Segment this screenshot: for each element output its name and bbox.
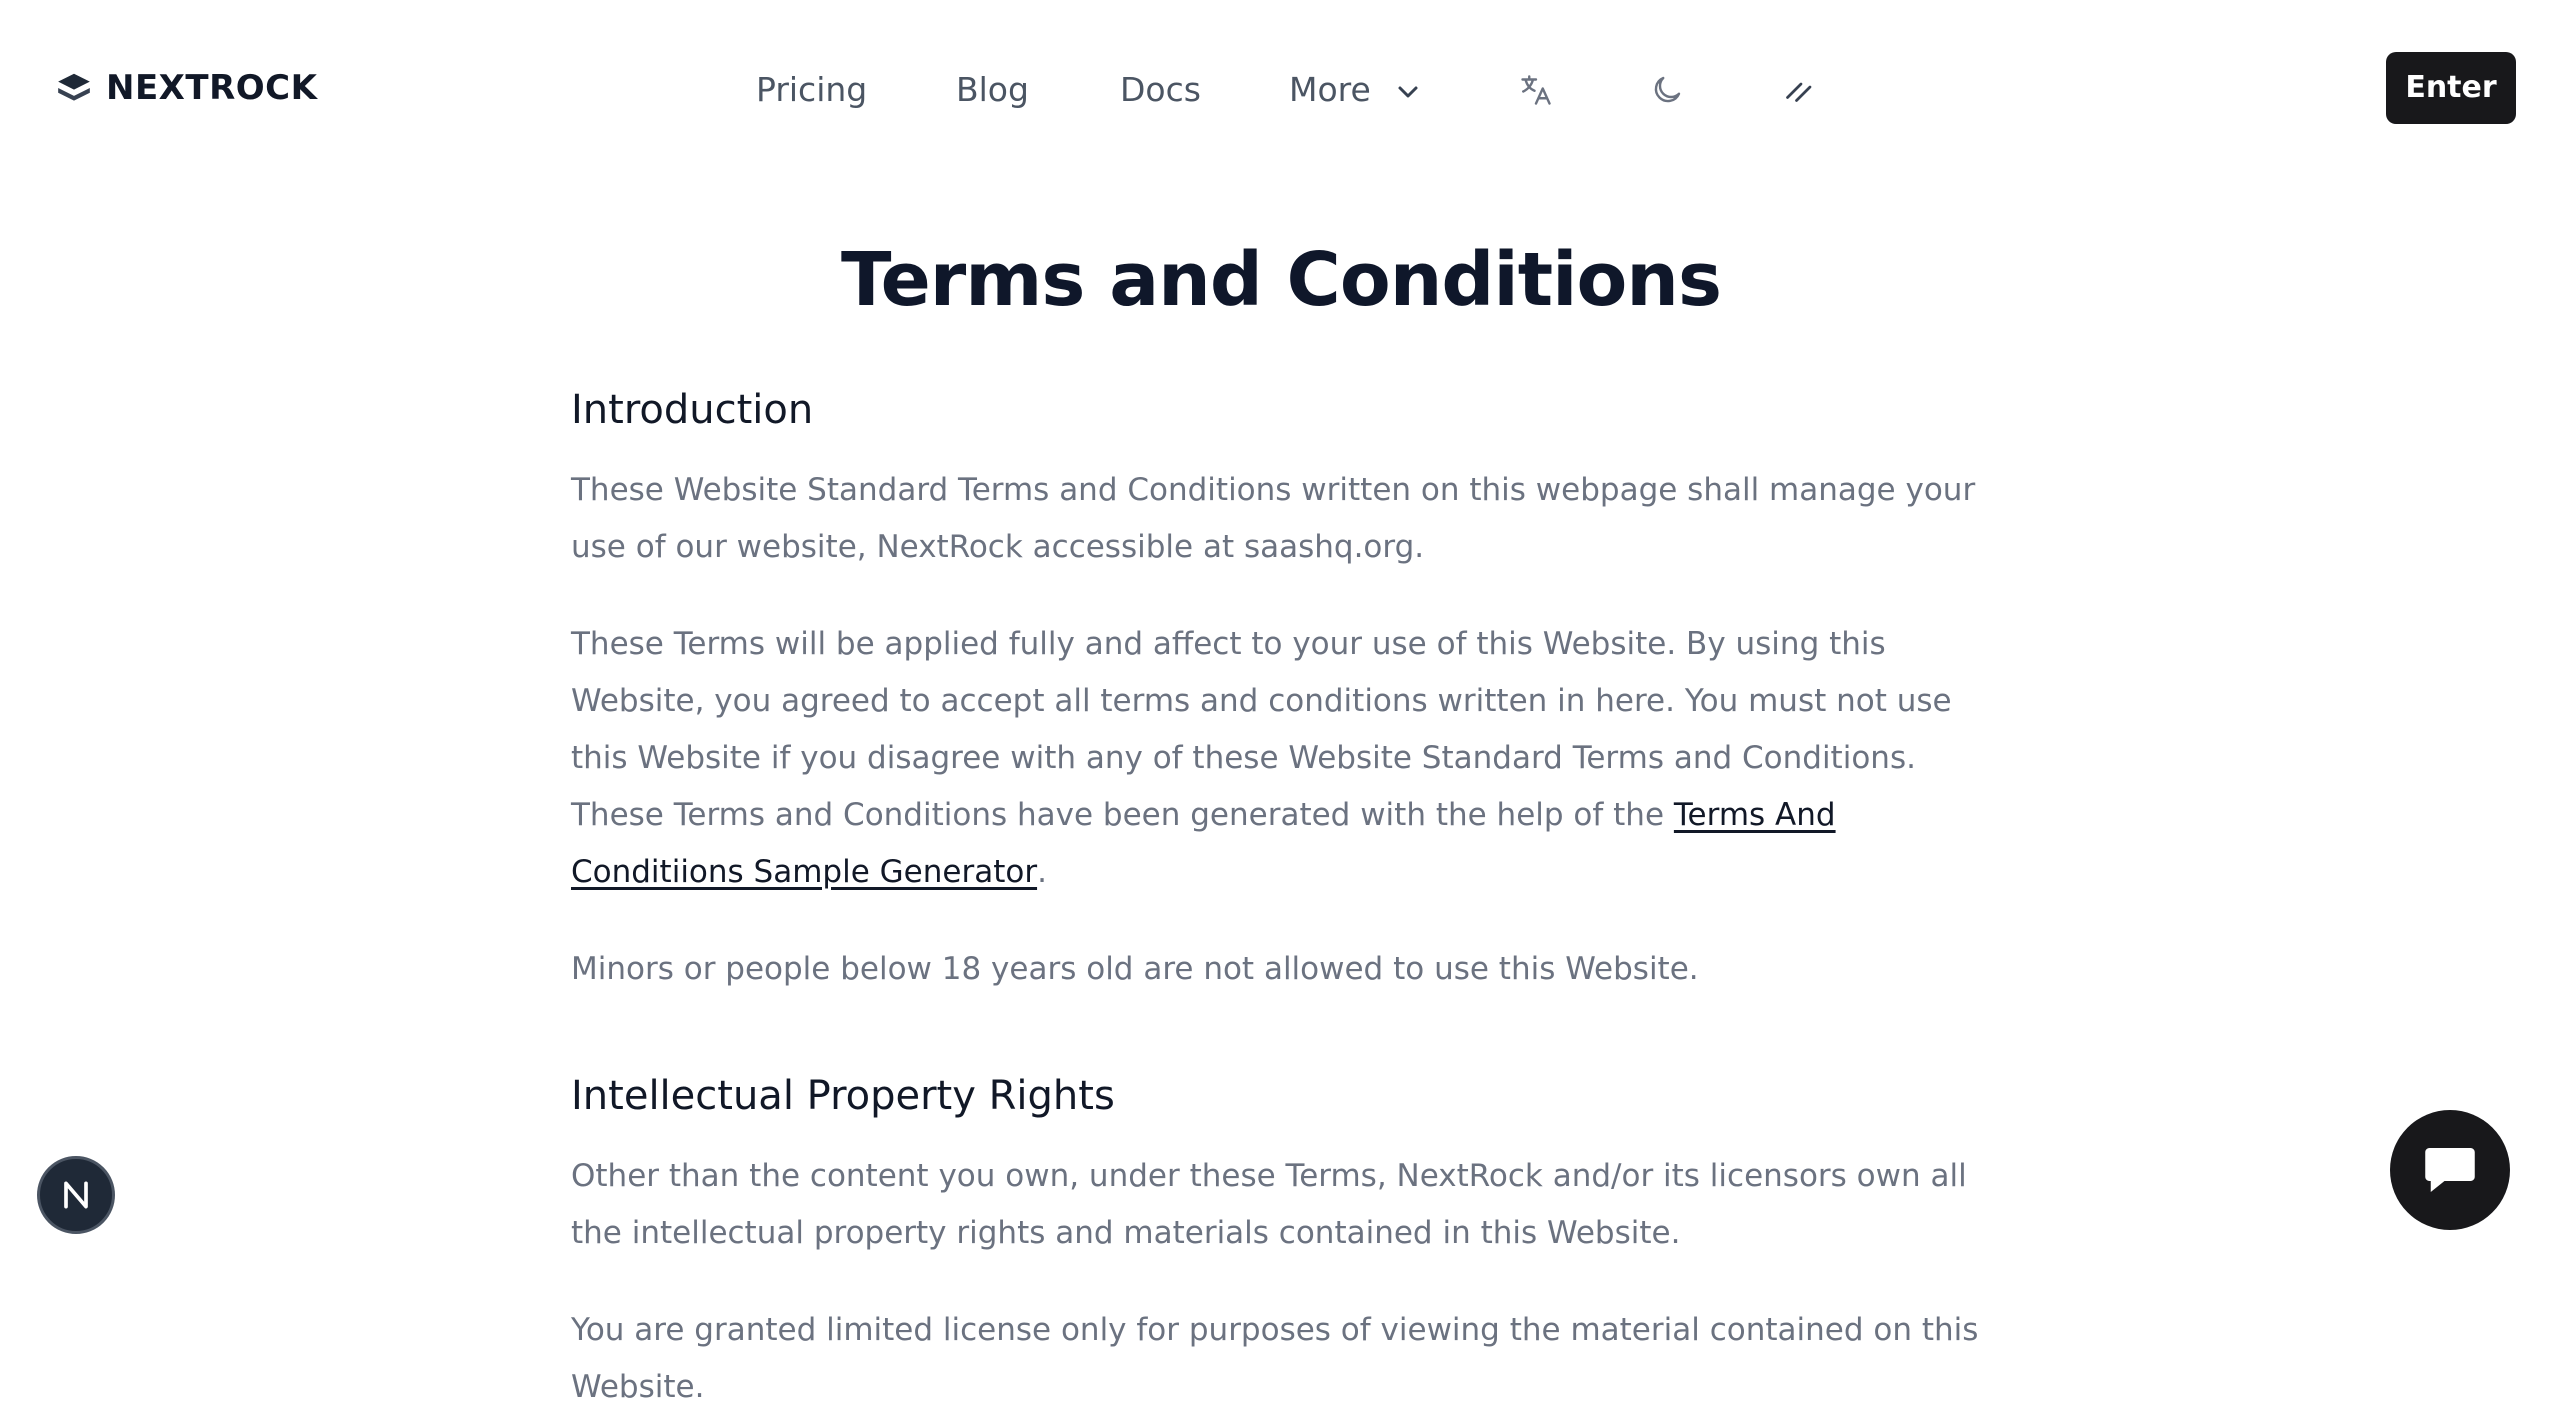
chat-button[interactable] — [2390, 1110, 2510, 1230]
section-heading-ip-rights: Intellectual Property Rights — [571, 1073, 1115, 1119]
page-title: Terms and Conditions — [840, 237, 1722, 323]
ip-paragraph-1: Other than the content you own, under th… — [571, 1158, 1967, 1251]
nextjs-badge[interactable] — [37, 1156, 115, 1234]
translate-icon[interactable] — [1518, 72, 1554, 108]
layers-logo-icon — [55, 69, 93, 107]
section-heading-introduction: Introduction — [571, 387, 814, 433]
nav-blog[interactable]: Blog — [956, 60, 1029, 120]
nav-more[interactable]: More — [1289, 60, 1419, 120]
intro-paragraph-1: These Website Standard Terms and Conditi… — [571, 472, 1976, 565]
nav-docs[interactable]: Docs — [1120, 60, 1201, 120]
n-letter-icon — [64, 1181, 88, 1209]
chevron-down-icon — [1397, 58, 1419, 118]
slash-icon[interactable] — [1780, 72, 1816, 108]
intro-paragraph-2-end: . — [1037, 854, 1047, 890]
brand-name: NEXTROCK — [106, 68, 318, 108]
chat-icon — [2425, 1148, 2475, 1192]
ip-paragraph-2: You are granted limited license only for… — [571, 1312, 1979, 1405]
nav-pricing[interactable]: Pricing — [756, 60, 867, 120]
enter-button[interactable]: Enter — [2386, 52, 2516, 124]
moon-icon[interactable] — [1649, 72, 1685, 108]
brand-logo[interactable]: NEXTROCK — [55, 68, 317, 108]
intro-paragraph-2: These Terms will be applied fully and af… — [571, 616, 1991, 901]
nav-more-label: More — [1289, 70, 1371, 109]
site-header: NEXTROCK Pricing Blog Docs More Enter — [0, 0, 2560, 180]
intro-paragraph-3: Minors or people below 18 years old are … — [571, 951, 1699, 987]
terms-content: Terms and Conditions Introduction These … — [571, 200, 1991, 1416]
